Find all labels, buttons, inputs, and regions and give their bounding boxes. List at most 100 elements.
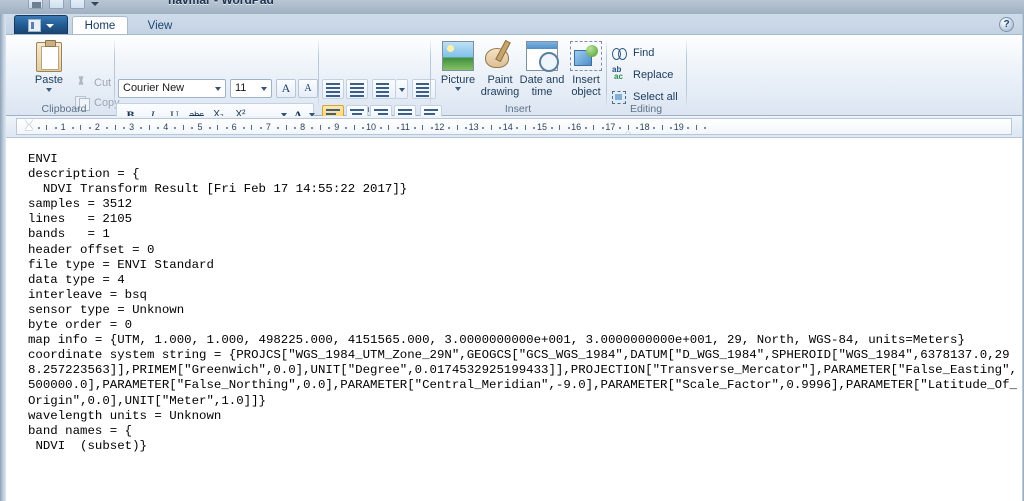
bullets-caret-button[interactable] <box>396 79 408 99</box>
document-line: wavelength units = Unknown <box>28 408 222 423</box>
decrease-indent-button[interactable] <box>322 79 344 99</box>
date-and-time-button[interactable]: Date and time <box>518 41 566 103</box>
tab-view[interactable]: View <box>132 16 188 35</box>
chevron-down-icon[interactable] <box>215 87 221 91</box>
ruler-tick-mark <box>396 127 399 129</box>
ruler-tick-label: 18 <box>639 122 650 132</box>
select-all-icon <box>612 90 628 105</box>
left-indent-marker[interactable] <box>25 119 34 134</box>
group-divider <box>430 39 431 109</box>
document-line: file type = ENVI Standard <box>28 257 214 272</box>
replace-icon <box>612 65 628 83</box>
ruler-tick-mark <box>465 127 468 129</box>
document-line: header offset = 0 <box>28 242 155 257</box>
document-text[interactable]: ENVI description = { NDVI Transform Resul… <box>28 152 1018 454</box>
font-family-combobox[interactable]: Courier New <box>118 79 226 98</box>
ruler-tick-label: 3 <box>129 122 135 132</box>
ruler-tick-mark <box>319 125 321 130</box>
font-family-value: Courier New <box>123 82 185 94</box>
ruler-tick-mark <box>294 127 297 129</box>
group-divider <box>318 39 319 109</box>
chevron-down-icon <box>46 23 54 28</box>
chevron-down-icon[interactable] <box>455 87 461 91</box>
ruler-tick-mark <box>251 125 253 130</box>
cut-button[interactable]: Cut <box>74 75 111 90</box>
cut-button-label: Cut <box>94 76 112 89</box>
save-icon[interactable] <box>28 0 43 9</box>
ruler-tick-label: 16 <box>571 122 582 132</box>
ruler-tick-mark <box>567 127 570 129</box>
title-bar: navmar - WordPad <box>0 0 1024 14</box>
ruler-tick-mark <box>191 127 194 129</box>
ribbon-tab-strip: Home View ? <box>6 14 1022 35</box>
help-icon[interactable]: ? <box>999 17 1014 32</box>
clipboard-icon <box>36 40 62 72</box>
tab-home[interactable]: Home <box>72 16 128 35</box>
shrink-font-label: A <box>304 83 312 94</box>
ruler-tick-mark <box>46 125 48 130</box>
ruler-tick-mark <box>259 127 262 129</box>
chevron-down-icon[interactable] <box>46 88 52 92</box>
find-button-label: Find <box>633 47 655 59</box>
chevron-down-icon[interactable] <box>261 87 267 91</box>
undo-icon[interactable] <box>49 0 64 9</box>
font-size-combobox[interactable]: 11 <box>230 79 272 98</box>
ruler-tick-mark <box>345 127 348 129</box>
ruler-tick-mark <box>362 127 365 129</box>
group-divider <box>686 39 687 109</box>
select-all-button-label: Select all <box>633 91 678 103</box>
document-line: data type = 4 <box>28 272 125 287</box>
group-divider <box>606 39 607 109</box>
scissors-icon <box>74 75 89 90</box>
paint-palette-icon <box>484 41 516 71</box>
ruler-tick-label: 17 <box>605 122 616 132</box>
document-line: map info = {UTM, 1.000, 1.000, 498225.00… <box>28 333 965 348</box>
ruler-tick-mark <box>430 127 433 129</box>
replace-button[interactable]: Replace <box>612 65 673 85</box>
quick-access-toolbar <box>28 0 99 9</box>
ruler-tick-mark <box>242 127 245 129</box>
ruler-tick-mark <box>285 125 287 130</box>
customize-qat-caret-icon[interactable] <box>91 2 99 6</box>
ruler-tick-label: 5 <box>197 122 203 132</box>
redo-icon[interactable] <box>70 0 85 9</box>
ruler-tick-mark <box>516 127 519 129</box>
bullets-button[interactable] <box>372 79 396 99</box>
shrink-font-button[interactable]: A <box>298 79 318 98</box>
ruler-tick-mark <box>123 127 126 129</box>
ruler-tick-mark <box>593 125 595 130</box>
document-line: sensor type = Unknown <box>28 302 185 317</box>
chevron-down-icon <box>398 88 405 92</box>
object-icon <box>570 41 602 71</box>
increase-indent-button[interactable] <box>346 79 368 99</box>
insert-group-label: Insert <box>504 103 532 115</box>
select-all-button[interactable]: Select all <box>612 87 678 107</box>
document-line: interleave = bsq <box>28 287 147 302</box>
ruler-tick-mark <box>140 127 143 129</box>
ruler-tick-mark <box>550 127 553 129</box>
right-indent-marker[interactable] <box>623 124 633 134</box>
find-button[interactable]: Find <box>612 43 654 63</box>
picture-button-label: Picture <box>440 74 476 86</box>
paint-drawing-button[interactable]: Paint drawing <box>476 41 524 103</box>
grow-font-button[interactable]: A <box>276 79 296 98</box>
paste-button[interactable]: Paste <box>26 40 72 102</box>
document-line: samples = 3512 <box>28 197 133 212</box>
ruler-tick-label: 12 <box>434 122 445 132</box>
ruler-tick-mark <box>499 127 502 129</box>
ruler-tick-mark <box>276 127 279 129</box>
insert-object-button[interactable]: Insert object <box>562 41 610 103</box>
ruler-tick-label: 19 <box>673 122 684 132</box>
ruler-tick-mark <box>54 127 57 129</box>
ruler-tick-label: 14 <box>502 122 513 132</box>
font-size-value: 11 <box>235 82 247 94</box>
document-line: bands = 1 <box>28 227 110 242</box>
document-line: NDVI Transform Result [Fri Feb 17 14:55:… <box>28 182 408 197</box>
wordpad-menu-button[interactable] <box>14 15 68 35</box>
document-canvas[interactable]: ENVI description = { NDVI Transform Resul… <box>6 138 1022 501</box>
ruler-tick-mark <box>88 127 91 129</box>
tab-home-label: Home <box>84 19 116 32</box>
picture-button[interactable]: Picture <box>434 41 482 103</box>
ruler[interactable]: 1 2 3 4 5 6 7 8 9 10 11 12 13 14 15 16 17 18 19 <box>16 118 1012 135</box>
ruler-tick-mark <box>174 127 177 129</box>
